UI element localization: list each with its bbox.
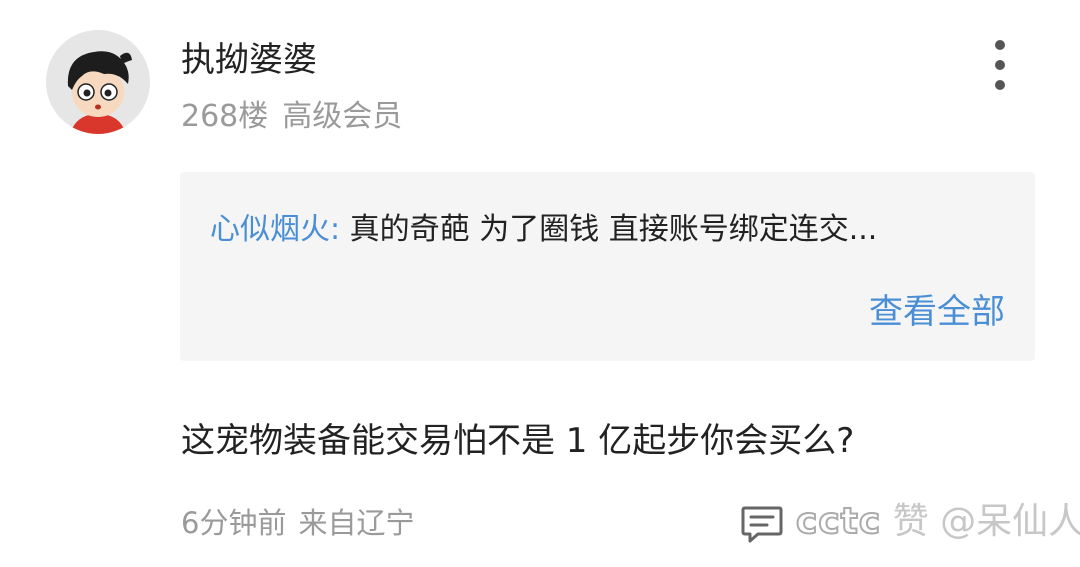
avatar[interactable]	[46, 30, 150, 134]
member-level: 高级会员	[282, 99, 403, 134]
watermark-brand: cctc	[795, 500, 882, 543]
post-meta: 268楼 高级会员	[181, 96, 402, 138]
watermark: cctc 赞 @呆仙人	[795, 496, 1080, 548]
username[interactable]: 执拗婆婆	[181, 38, 317, 82]
floor-number: 268楼	[181, 99, 269, 134]
more-options-button[interactable]	[980, 40, 1020, 90]
reply-preview[interactable]: 心似烟火: 真的奇葩 为了圈钱 直接账号绑定连交... 查看全部	[180, 172, 1035, 361]
view-all-replies-link[interactable]: 查看全部	[869, 290, 1005, 334]
post-location: 来自辽宁	[298, 506, 415, 540]
cartoon-avatar-icon	[46, 30, 150, 134]
comment-icon	[741, 506, 783, 543]
reply-preview-line: 心似烟火: 真的奇葩 为了圈钱 直接账号绑定连交...	[210, 208, 1010, 252]
comment-button[interactable]	[740, 504, 784, 544]
post-item: 执拗婆婆 268楼 高级会员 心似烟火: 真的奇葩 为了圈钱 直接账号绑定连交..…	[0, 0, 1080, 567]
reply-author[interactable]: 心似烟火:	[210, 212, 340, 247]
reply-text: 真的奇葩 为了圈钱 直接账号绑定连交...	[349, 212, 878, 247]
post-footer-meta: 6分钟前 来自辽宁	[181, 502, 414, 544]
more-dot	[995, 60, 1005, 70]
post-content: 这宠物装备能交易怕不是 1 亿起步你会买么?	[181, 421, 855, 461]
post-time: 6分钟前	[181, 506, 287, 540]
more-vertical-icon	[995, 40, 1005, 50]
watermark-text: 赞 @呆仙人	[892, 501, 1080, 542]
more-dot	[995, 80, 1005, 90]
